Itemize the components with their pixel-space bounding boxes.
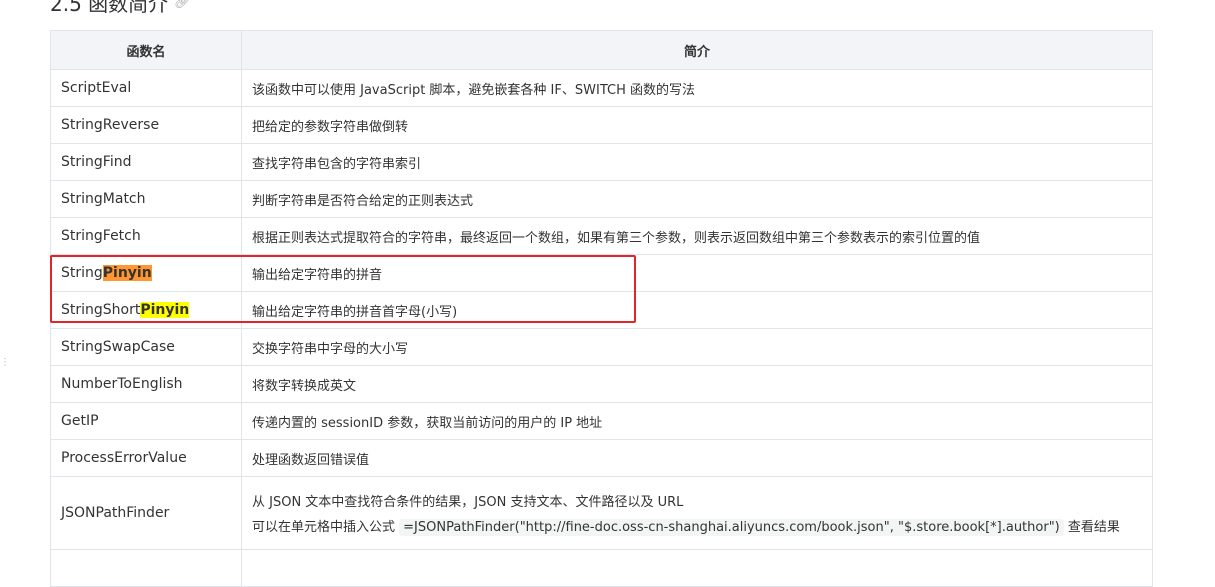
function-desc: 把给定的参数字符串做倒转 xyxy=(241,106,1153,144)
table-row: StringReverse 把给定的参数字符串做倒转 xyxy=(50,106,1153,144)
function-name: StringFetch xyxy=(50,217,242,255)
function-name: StringShortPinyin xyxy=(50,291,242,329)
function-name: JSONPathFinder xyxy=(50,476,242,550)
function-desc: 判断字符串是否符合给定的正则表达式 xyxy=(241,180,1153,218)
table-row: ProcessErrorValue 处理函数返回错误值 xyxy=(50,439,1153,477)
formula-code: =JSONPathFinder("http://fine-doc.oss-cn-… xyxy=(399,519,1064,536)
function-desc: 将数字转换成英文 xyxy=(241,365,1153,403)
desc-line: 从 JSON 文本中查找符合条件的结果，JSON 支持文本、文件路径以及 URL xyxy=(252,495,684,510)
function-table: 函数名 简介 ScriptEval 该函数中可以使用 JavaScript 脚本… xyxy=(50,30,1153,587)
function-desc: 从 JSON 文本中查找符合条件的结果，JSON 支持文本、文件路径以及 URL… xyxy=(241,476,1153,550)
drag-handle-icon[interactable]: ⋮ xyxy=(0,358,10,368)
function-desc: 查找字符串包含的字符串索引 xyxy=(241,143,1153,181)
function-name: NumberToEnglish xyxy=(50,365,242,403)
header-desc: 简介 xyxy=(241,30,1153,70)
function-desc: 输出给定字符串的拼音首字母(小写) xyxy=(241,291,1153,329)
name-prefix: StringShort xyxy=(61,302,141,318)
function-desc: 该函数中可以使用 JavaScript 脚本，避免嵌套各种 IF、SWITCH … xyxy=(241,69,1153,107)
table-row: GetIP 传递内置的 sessionID 参数，获取当前访问的用户的 IP 地… xyxy=(50,402,1153,440)
function-desc: 交换字符串中字母的大小写 xyxy=(241,328,1153,366)
desc-suffix: 查看结果 xyxy=(1067,520,1120,535)
function-name: StringPinyin xyxy=(50,254,242,292)
search-highlight-current: Pinyin xyxy=(102,265,152,281)
table-row: StringPinyin 输出给定字符串的拼音 xyxy=(50,254,1153,292)
function-desc xyxy=(241,549,1153,587)
function-name: ScriptEval xyxy=(50,69,242,107)
search-highlight: Pinyin xyxy=(140,302,190,318)
function-name: StringSwapCase xyxy=(50,328,242,366)
function-name: StringFind xyxy=(50,143,242,181)
function-desc: 根据正则表达式提取符合的字符串，最终返回一个数组，如果有第三个参数，则表示返回数… xyxy=(241,217,1153,255)
header-name: 函数名 xyxy=(50,30,242,70)
function-desc: 传递内置的 sessionID 参数，获取当前访问的用户的 IP 地址 xyxy=(241,402,1153,440)
function-name: GetIP xyxy=(50,402,242,440)
desc-line: 可以在单元格中插入公式 =JSONPathFinder("http://fine… xyxy=(252,516,1142,536)
table-row: ScriptEval 该函数中可以使用 JavaScript 脚本，避免嵌套各种… xyxy=(50,69,1153,107)
table-row: StringFind 查找字符串包含的字符串索引 xyxy=(50,143,1153,181)
function-name xyxy=(50,549,242,587)
function-desc: 输出给定字符串的拼音 xyxy=(241,254,1153,292)
function-name: StringReverse xyxy=(50,106,242,144)
table-row: NumberToEnglish 将数字转换成英文 xyxy=(50,365,1153,403)
function-name: StringMatch xyxy=(50,180,242,218)
table-row: JSONPathFinder 从 JSON 文本中查找符合条件的结果，JSON … xyxy=(50,476,1153,550)
table-header-row: 函数名 简介 xyxy=(50,30,1153,70)
desc-prefix: 可以在单元格中插入公式 xyxy=(252,520,396,535)
table-row: StringFetch 根据正则表达式提取符合的字符串，最终返回一个数组，如果有… xyxy=(50,217,1153,255)
name-prefix: String xyxy=(61,265,103,281)
table-row xyxy=(50,549,1153,587)
function-name: ProcessErrorValue xyxy=(50,439,242,477)
table-row: StringShortPinyin 输出给定字符串的拼音首字母(小写) xyxy=(50,291,1153,329)
section-title: 2.5 函数简介 xyxy=(50,0,169,16)
table-row: StringMatch 判断字符串是否符合给定的正则表达式 xyxy=(50,180,1153,218)
function-desc: 处理函数返回错误值 xyxy=(241,439,1153,477)
anchor-link-icon[interactable]: 🔗︎ xyxy=(174,0,191,10)
section-heading: 2.5 函数简介 🔗︎ xyxy=(50,0,191,17)
table-row: StringSwapCase 交换字符串中字母的大小写 xyxy=(50,328,1153,366)
